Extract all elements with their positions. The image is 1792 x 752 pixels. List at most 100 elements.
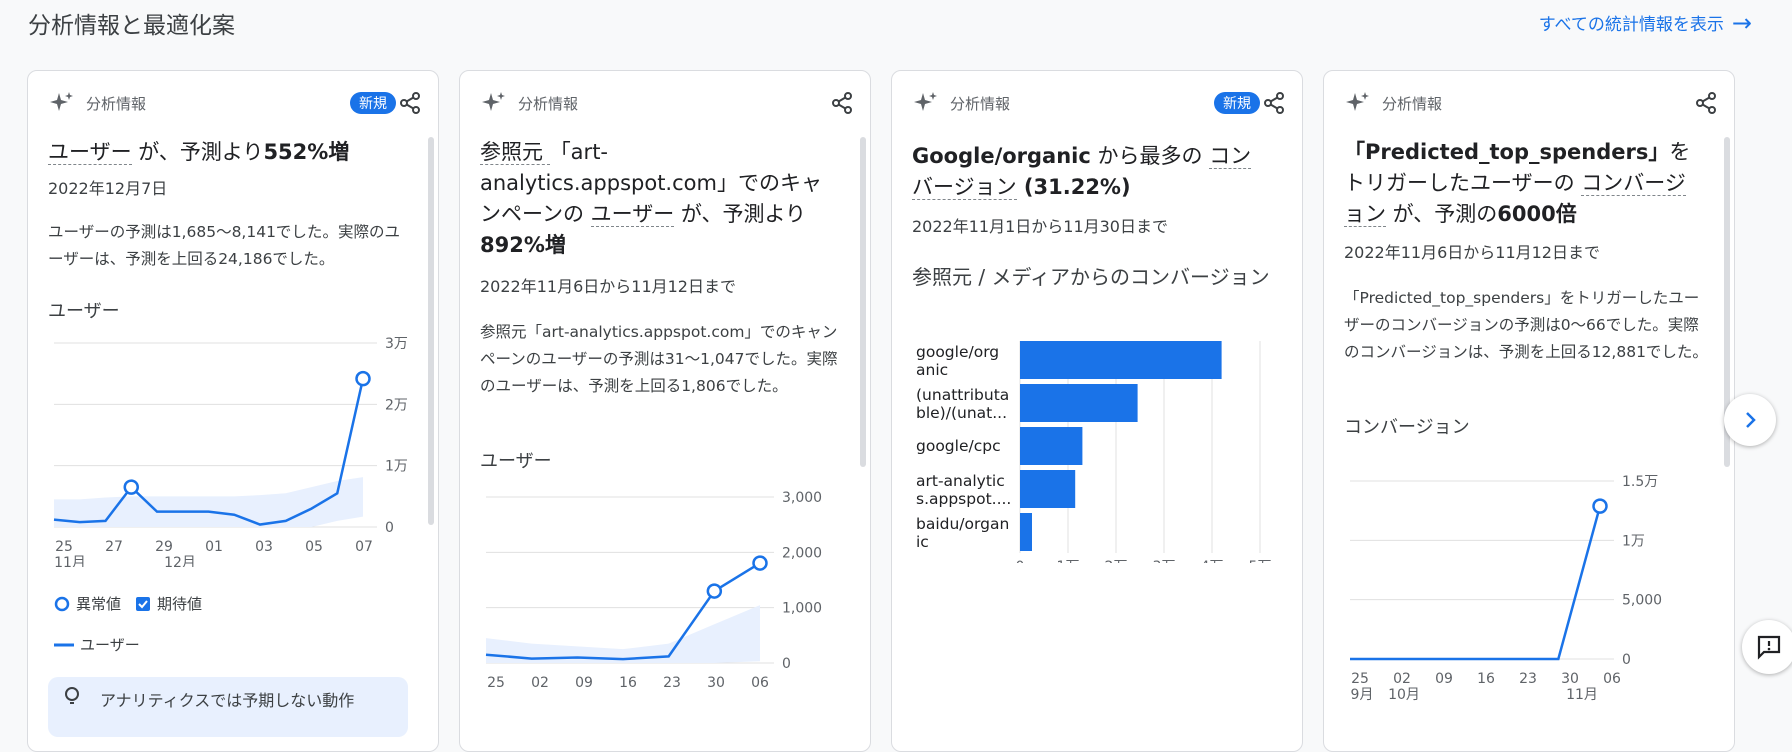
share-icon[interactable] xyxy=(1262,91,1286,115)
card-label: 分析情報 xyxy=(86,94,147,113)
x-tick-label: 03 xyxy=(255,539,273,555)
sparkle-icon xyxy=(50,92,73,111)
x-tick-label: 09 xyxy=(575,675,593,691)
chart-label: ユーザー xyxy=(48,301,120,322)
x-tick-label: 16 xyxy=(1477,671,1495,687)
tip-box[interactable]: アナリティクスでは予期しない動作 xyxy=(48,677,408,737)
card-description: 参照元「art-analytics.appspot.com」でのキャンペーンのユ… xyxy=(480,323,838,395)
y-tick-label: 3,000 xyxy=(782,490,822,506)
card-date: 2022年11月6日から11月12日まで xyxy=(480,277,736,296)
card-title: 「Predicted_top_spenders」をトリガーしたユーザーの コンバ… xyxy=(1344,140,1691,227)
x-tick-label: 30 xyxy=(1561,671,1579,687)
feedback-button[interactable] xyxy=(1742,620,1792,674)
insight-card-4[interactable]: 分析情報 「Predicted_top_spenders」をトリガーしたユーザー… xyxy=(1323,70,1735,752)
card-header: 分析情報 新規 xyxy=(912,89,1286,117)
x-sub-label: 11月 xyxy=(1566,687,1598,703)
y-tick-label: 1.5万 xyxy=(1622,474,1658,490)
anomaly-point xyxy=(706,583,723,599)
x-tick-label: 25 xyxy=(55,539,73,555)
x-tick-label: 02 xyxy=(531,675,549,691)
x-sub-label: 10月 xyxy=(1388,687,1420,703)
series-line xyxy=(1350,505,1602,661)
share-icon[interactable] xyxy=(1694,91,1718,115)
x-tick-label: 09 xyxy=(1435,671,1453,687)
legend-series: ユーザー xyxy=(80,636,140,654)
bar xyxy=(1020,470,1076,508)
lightbulb-icon xyxy=(65,687,79,704)
card-label: 分析情報 xyxy=(1382,94,1443,113)
y-tick-label: 0 xyxy=(1622,652,1631,668)
sparkle-icon xyxy=(482,92,505,111)
new-badge: 新規 xyxy=(1214,92,1260,114)
x-tick-label: 07 xyxy=(355,539,373,555)
share-icon[interactable] xyxy=(830,91,854,115)
share-icon[interactable] xyxy=(398,91,422,115)
card-scrollbar[interactable] xyxy=(428,137,434,525)
users-line-chart: 3,000 2,000 1,000 0 25 02 09 16 23 30 06 xyxy=(485,490,822,691)
metric-term[interactable]: ユーザー xyxy=(590,202,675,227)
feedback-icon xyxy=(1757,635,1781,660)
x-tick-label: 23 xyxy=(663,675,681,691)
anomaly-point xyxy=(752,555,768,571)
x-tick-label: 05 xyxy=(305,539,323,555)
insight-card-2[interactable]: 分析情報 参照元 「art-analytics.appspot.com」でのキャ… xyxy=(459,70,871,752)
sparkle-icon xyxy=(914,92,937,111)
card-date: 2022年11月1日から11月30日まで xyxy=(912,217,1168,236)
category-label: (unattributa ble)/(unat... xyxy=(916,386,1009,422)
card-label: 分析情報 xyxy=(518,94,579,113)
expected-range-band xyxy=(54,477,363,527)
x-tick-label: 1万 xyxy=(1057,559,1080,563)
chart-label: コンバージョン xyxy=(1344,417,1470,438)
expected-checkbox-icon[interactable] xyxy=(135,596,151,612)
y-tick-label: 2,000 xyxy=(782,545,822,561)
category-label: art-analytic s.appspot.... xyxy=(916,472,1011,508)
next-card-button[interactable] xyxy=(1724,394,1776,446)
card-header: 分析情報 xyxy=(1344,89,1718,117)
source-term[interactable]: 参照元 xyxy=(480,140,550,165)
bar xyxy=(1020,513,1032,551)
card-header: 分析情報 xyxy=(480,89,854,117)
view-all-insights-link[interactable]: すべての統計情報を表示 → xyxy=(1538,8,1752,37)
x-tick-label: 27 xyxy=(105,539,123,555)
category-label: google/cpc xyxy=(916,437,1001,455)
y-tick-label: 1万 xyxy=(1622,533,1645,549)
x-tick-label: 16 xyxy=(619,675,637,691)
y-tick-label: 2万 xyxy=(385,397,408,413)
arrow-right-icon: → xyxy=(1731,8,1752,37)
y-tick-label: 0 xyxy=(782,656,791,672)
x-tick-label: 23 xyxy=(1519,671,1537,687)
conversions-line-chart: 1.5万 1万 5,000 0 25 02 09 16 23 30 06 9月 10月 11月 xyxy=(1350,474,1662,703)
y-tick-label: 1,000 xyxy=(782,601,822,617)
anomaly-point xyxy=(355,370,371,387)
legend-anomaly: 異常値 xyxy=(76,595,122,613)
insight-card-1[interactable]: 分析情報 新規 ユーザー が、予測より552%増 2022年12月7日 ユーザー… xyxy=(27,70,439,752)
card-date: 2022年11月6日から11月12日まで xyxy=(1344,243,1600,262)
x-tick-label: 06 xyxy=(751,675,769,691)
view-all-label: すべての統計情報を表示 xyxy=(1538,15,1724,35)
bar xyxy=(1020,341,1222,379)
x-tick-label: 3万 xyxy=(1153,559,1176,563)
card-header: 分析情報 新規 xyxy=(48,89,422,117)
chart-legend: 異常値 期待値 xyxy=(54,593,202,614)
card-date: 2022年12月7日 xyxy=(48,179,168,198)
x-tick-label: 02 xyxy=(1393,671,1411,687)
new-badge: 新規 xyxy=(350,92,396,114)
expected-range-band xyxy=(486,605,760,663)
metric-term[interactable]: ユーザー xyxy=(48,140,132,165)
x-tick-label: 01 xyxy=(205,539,223,555)
y-tick-label: 1万 xyxy=(385,459,408,475)
x-tick-label: 4万 xyxy=(1201,559,1224,563)
y-tick-label: 3万 xyxy=(385,336,408,352)
card-title: ユーザー が、予測より552%増 xyxy=(48,140,350,165)
anomaly-marker-icon xyxy=(54,596,70,611)
x-tick-label: 25 xyxy=(1351,671,1369,687)
x-sub-label: 12月 xyxy=(164,555,196,567)
anomaly-point xyxy=(1592,498,1608,514)
card-label: 分析情報 xyxy=(950,94,1011,113)
anomaly-point xyxy=(123,479,139,495)
bar xyxy=(1020,427,1083,465)
insight-card-3[interactable]: 分析情報 新規 Google/organic から最多の コンバージョン (31… xyxy=(891,70,1303,752)
card-scrollbar[interactable] xyxy=(860,137,866,467)
x-tick-label: 0 xyxy=(1016,559,1025,563)
card-description: 「Predicted_top_spenders」をトリガーしたユーザーのコンバー… xyxy=(1344,289,1708,361)
